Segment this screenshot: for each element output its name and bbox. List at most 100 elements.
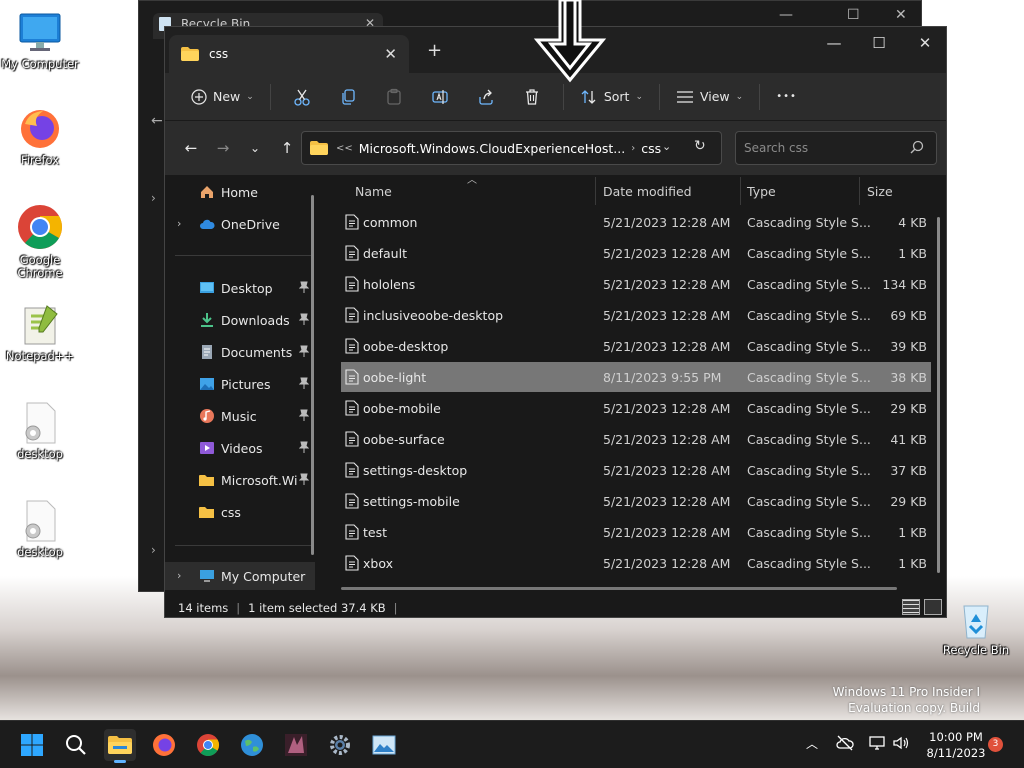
system-clock[interactable]: 10:00 PM 8/11/2023 — [916, 729, 996, 761]
table-row[interactable]: oobe-mobile 5/21/2023 12:28 AM Cascading S… — [341, 393, 931, 423]
search-box[interactable] — [735, 131, 937, 165]
back-button[interactable]: ← — [175, 133, 207, 163]
column-divider[interactable] — [595, 177, 596, 205]
chevron-right-icon[interactable]: › — [151, 543, 156, 557]
notification-badge[interactable]: 3 — [988, 737, 1003, 752]
desktop-icon-desktop-ini-1[interactable]: desktop — [0, 400, 80, 461]
minimize-icon[interactable]: — — [779, 7, 793, 23]
folder-icon — [181, 47, 199, 61]
close-icon[interactable]: ✕ — [895, 7, 907, 23]
refresh-icon[interactable]: ↻ — [694, 138, 706, 154]
monitor-icon — [200, 570, 214, 582]
cut-icon[interactable] — [286, 81, 318, 113]
tab-css[interactable]: css ✕ — [169, 35, 409, 73]
taskbar-settings[interactable] — [324, 729, 356, 761]
chevron-right-icon[interactable]: › — [177, 217, 181, 230]
chevron-right-icon[interactable]: › — [631, 143, 635, 154]
up-button[interactable]: ↑ — [271, 133, 303, 163]
search-icon[interactable] — [910, 140, 924, 154]
desktop-icon-recycle-bin[interactable]: Recycle Bin — [936, 596, 1016, 657]
table-row[interactable]: xbox 5/21/2023 12:28 AM Cascading Style S.… — [341, 548, 931, 578]
column-header-name[interactable]: Name — [355, 175, 595, 207]
desktop-icon-desktop-ini-2[interactable]: desktop — [0, 498, 80, 559]
nav-item-css[interactable]: css — [165, 498, 315, 526]
desktop-icon-my-computer[interactable]: My Computer — [0, 10, 80, 71]
paste-icon[interactable] — [378, 81, 410, 113]
taskbar-image-app[interactable] — [368, 729, 400, 761]
chevron-right-icon[interactable]: › — [151, 191, 156, 205]
sort-button[interactable]: Sort ⌄ — [572, 81, 651, 113]
nav-item-music[interactable]: Music — [165, 402, 315, 430]
nav-item-onedrive[interactable]: › OneDrive — [165, 210, 315, 238]
new-button[interactable]: New ⌄ — [183, 81, 262, 113]
copy-icon[interactable] — [332, 81, 364, 113]
table-row[interactable]: oobe-light 8/11/2023 9:55 PM Cascading Sty… — [341, 362, 931, 392]
column-header-date[interactable]: Date modified — [603, 175, 741, 207]
table-row[interactable]: test 5/21/2023 12:28 AM Cascading Style S.… — [341, 517, 931, 547]
delete-icon[interactable] — [516, 81, 548, 113]
file-type: Cascading Style S... — [747, 432, 871, 447]
column-header-size[interactable]: Size — [867, 175, 927, 207]
nav-item-microsoft-folder[interactable]: Microsoft.Wi — [165, 466, 315, 494]
taskbar-media-app[interactable] — [280, 729, 312, 761]
nav-item-desktop[interactable]: Desktop — [165, 274, 315, 302]
table-row[interactable]: oobe-desktop 5/21/2023 12:28 AM Cascading … — [341, 331, 931, 361]
nav-item-downloads[interactable]: Downloads — [165, 306, 315, 334]
search-button[interactable] — [60, 729, 92, 761]
rename-icon[interactable] — [424, 81, 456, 113]
nav-item-documents[interactable]: Documents — [165, 338, 315, 366]
file-list-horizontal-scrollbar[interactable] — [341, 587, 897, 590]
minimize-icon[interactable]: — — [811, 31, 857, 55]
taskbar-chrome[interactable] — [192, 729, 224, 761]
table-row[interactable]: settings-mobile 5/21/2023 12:28 AM Cascadi… — [341, 486, 931, 516]
column-divider[interactable] — [740, 177, 741, 205]
desktop-icon-firefox[interactable]: Firefox — [0, 106, 80, 167]
address-bar[interactable]: << Microsoft.Windows.CloudExperienceHost… — [301, 131, 722, 165]
recent-locations-button[interactable]: ⌄ — [239, 133, 271, 163]
back-arrow-icon[interactable]: ← — [151, 113, 163, 129]
details-view-icon[interactable] — [902, 599, 920, 615]
table-row[interactable]: common 5/21/2023 12:28 AM Cascading Style … — [341, 207, 931, 237]
table-row[interactable]: settings-desktop 5/21/2023 12:28 AM Cascad… — [341, 455, 931, 485]
nav-scrollbar[interactable] — [311, 195, 314, 555]
taskbar-firefox[interactable] — [148, 729, 180, 761]
chevron-up-icon[interactable]: ︿ — [806, 735, 818, 752]
forward-button[interactable]: → — [207, 133, 239, 163]
taskbar-file-explorer[interactable] — [104, 729, 136, 763]
large-icons-view-icon[interactable] — [924, 599, 942, 615]
start-button[interactable] — [16, 729, 48, 761]
close-tab-icon[interactable]: ✕ — [384, 45, 397, 63]
share-icon[interactable] — [470, 81, 502, 113]
close-icon[interactable]: ✕ — [902, 31, 948, 55]
new-tab-icon[interactable]: + — [427, 40, 442, 61]
file-explorer-window[interactable]: css ✕ + — ☐ ✕ New ⌄ Sort ⌄ View ⌄ ••• ← … — [164, 26, 947, 618]
table-row[interactable]: inclusiveoobe-desktop 5/21/2023 12:28 AM C… — [341, 300, 931, 330]
more-options-button[interactable]: ••• — [768, 81, 805, 113]
breadcrumb-item[interactable]: Microsoft.Windows.CloudExperienceHost... — [359, 141, 625, 156]
column-header-type[interactable]: Type — [747, 175, 857, 207]
file-list-scrollbar[interactable] — [937, 217, 940, 573]
search-input[interactable] — [736, 132, 896, 164]
desktop-icon-chrome[interactable]: Google Chrome — [0, 202, 80, 280]
volume-icon[interactable] — [892, 735, 910, 751]
table-row[interactable]: oobe-surface 5/21/2023 12:28 AM Cascading … — [341, 424, 931, 454]
network-icon[interactable] — [868, 735, 886, 751]
column-divider[interactable] — [859, 177, 860, 205]
chevron-right-icon[interactable]: › — [177, 569, 181, 582]
breadcrumb-overflow[interactable]: << — [336, 143, 353, 154]
taskbar-earth-app[interactable] — [236, 729, 268, 761]
chevron-down-icon[interactable]: ⌄ — [662, 140, 671, 153]
maximize-icon[interactable]: ☐ — [847, 7, 860, 23]
breadcrumb-item[interactable]: css — [641, 141, 661, 156]
nav-item-videos[interactable]: Videos — [165, 434, 315, 462]
table-row[interactable]: hololens 5/21/2023 12:28 AM Cascading Styl… — [341, 269, 931, 299]
desktop-icon-notepadpp[interactable]: Notepad++ — [0, 302, 80, 363]
nav-item-label: Home — [221, 184, 258, 200]
maximize-icon[interactable]: ☐ — [856, 31, 902, 55]
nav-item-home[interactable]: Home — [165, 178, 315, 206]
nav-item-my-computer[interactable]: › My Computer — [165, 562, 315, 590]
table-row[interactable]: default 5/21/2023 12:28 AM Cascading Style… — [341, 238, 931, 268]
view-button[interactable]: View ⌄ — [668, 81, 751, 113]
nav-item-pictures[interactable]: Pictures — [165, 370, 315, 398]
cloud-offline-icon[interactable] — [836, 735, 854, 751]
